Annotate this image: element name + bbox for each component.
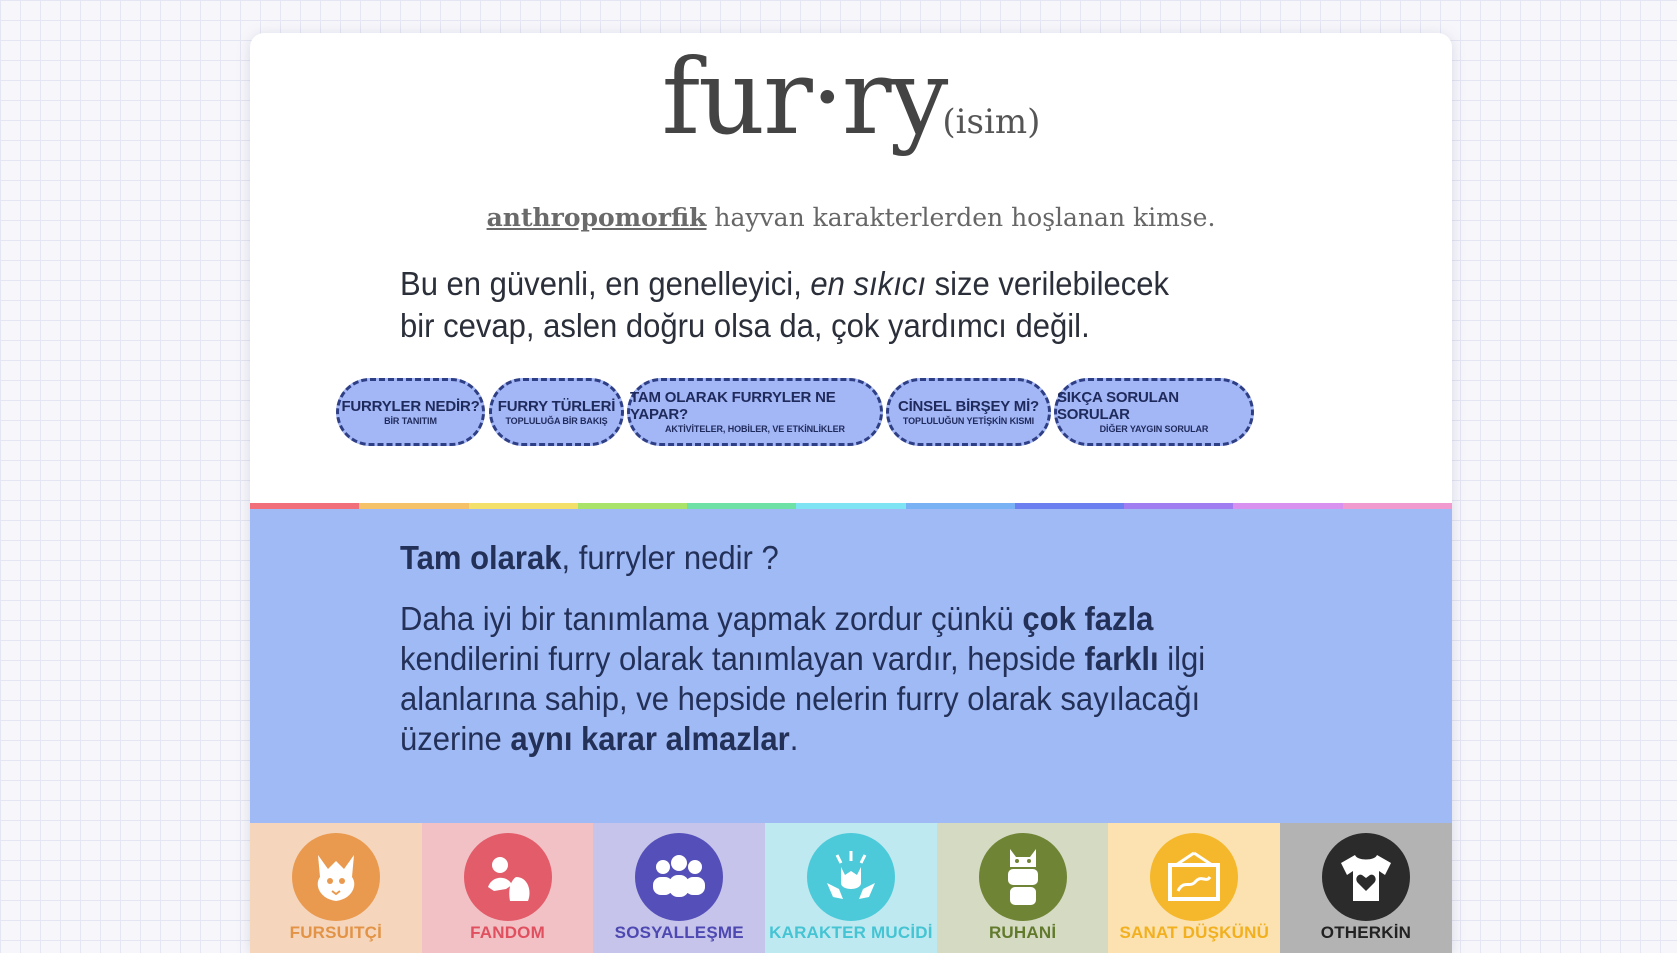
- definition-text: hayvan karakterlerden hoşlanan kimse.: [714, 203, 1216, 232]
- anthropomorphic-link[interactable]: anthropomorfik: [487, 203, 707, 232]
- nav-subtitle: BİR TANITIM: [384, 415, 437, 426]
- tile-label: OTHERKİN: [1320, 923, 1412, 942]
- word-part-of-speech: (isim): [942, 102, 1041, 142]
- lead-emphasis: en sıkıcı: [810, 265, 926, 302]
- fursuit-head-icon: [291, 833, 380, 921]
- word-text: fur·ry: [661, 36, 949, 158]
- tile-otherkin[interactable]: OTHERKİN: [1280, 823, 1452, 953]
- nav-subtitle: TOPLULUĞA BİR BAKIŞ: [505, 415, 608, 426]
- tile-label: KARAKTER MUCİDİ: [769, 923, 933, 942]
- heart-shirt-icon: [1321, 833, 1410, 921]
- nav-title: SIKÇA SORULAN SORULAR: [1057, 389, 1179, 423]
- nav-title: FURRYLER NEDİR?: [341, 397, 480, 415]
- tile-fursuiter[interactable]: FURSUITÇİ: [250, 823, 422, 953]
- nav-title: FURRY TÜRLERİ: [497, 397, 616, 415]
- dictionary-word: fur·ry(isim): [250, 45, 1452, 149]
- tile-art-lover[interactable]: SANAT DÜŞKÜNÜ: [1108, 823, 1281, 953]
- para-text: kendilerini furry olarak tanımlayan vard…: [400, 640, 1076, 677]
- group-people-icon: [635, 833, 724, 921]
- nav-title: TAM OLARAK FURRYLER NE YAPAR?: [630, 389, 836, 423]
- tile-label: FURSUITÇİ: [289, 923, 383, 942]
- furry-type-tiles: FURSUITÇİ FANDOM SOSYALLEŞME KARAKTER MU…: [250, 823, 1452, 953]
- para-text: .: [789, 720, 799, 757]
- lead-text-1: Bu en güvenli, en genelleyici,: [400, 265, 802, 302]
- nav-title: CİNSEL BİRŞEY Mİ?: [897, 397, 1040, 415]
- fandom-characters-icon: [463, 833, 552, 921]
- character-creator-icon: [806, 833, 895, 921]
- tile-character-creator[interactable]: KARAKTER MUCİDİ: [765, 823, 937, 953]
- tile-spiritual[interactable]: RUHANİ: [936, 823, 1109, 953]
- art-frame-icon: [1150, 833, 1239, 921]
- nav-is-it-sexual-button[interactable]: CİNSEL BİRŞEY Mİ? TOPLULUĞUN YETİŞKİN KI…: [886, 378, 1051, 446]
- heading-bold: Tam olarak: [400, 539, 562, 576]
- para-text: Daha iyi bir tanımlama yapmak zordur çün…: [400, 600, 1014, 637]
- nav-subtitle: AKTİVİTELER, HOBİLER, VE ETKİNLİKLER: [665, 424, 845, 434]
- tile-fandom[interactable]: FANDOM: [421, 823, 594, 953]
- definition: anthropomorfik hayvan karakterlerden hoş…: [250, 203, 1452, 232]
- header-section: fur·ry(isim) anthropomorfik hayvan karak…: [250, 33, 1452, 503]
- nav-faq-button[interactable]: SIKÇA SORULAN SORULAR DİĞER YAYGIN SORUL…: [1054, 378, 1254, 446]
- nav-furry-types-button[interactable]: FURRY TÜRLERİ TOPLULUĞA BİR BAKIŞ: [489, 378, 624, 446]
- heading-rest: , furryler nedir ?: [561, 539, 779, 576]
- tile-socializing[interactable]: SOSYALLEŞME: [593, 823, 766, 953]
- main-card: fur·ry(isim) anthropomorfik hayvan karak…: [250, 33, 1452, 953]
- para-bold: aynı karar almazlar: [510, 720, 790, 757]
- nav-what-are-furries-button[interactable]: FURRYLER NEDİR? BİR TANITIM: [336, 378, 485, 446]
- nav-what-do-furries-do-button[interactable]: TAM OLARAK FURRYLER NE YAPAR? AKTİVİTELE…: [627, 378, 883, 446]
- para-bold: çok fazla: [1022, 600, 1154, 637]
- nav-subtitle: DİĞER YAYGIN SORULAR: [1099, 424, 1209, 434]
- totem-icon: [978, 833, 1067, 921]
- lead-paragraph: Bu en güvenli, en genelleyici, en sıkıcı…: [400, 263, 1208, 347]
- section-heading: Tam olarak, furryler nedir ?: [400, 539, 779, 577]
- para-bold: farklı: [1084, 640, 1159, 677]
- tile-label: SANAT DÜŞKÜNÜ: [1119, 923, 1270, 942]
- tile-label: SOSYALLEŞME: [614, 923, 744, 942]
- what-are-furries-section: Tam olarak, furryler nedir ? Daha iyi bi…: [250, 509, 1452, 823]
- tile-label: RUHANİ: [988, 923, 1057, 942]
- section-paragraph: Daha iyi bir tanımlama yapmak zordur çün…: [400, 599, 1208, 759]
- nav-subtitle: TOPLULUĞUN YETİŞKİN KISMI: [902, 415, 1035, 426]
- tile-label: FANDOM: [470, 923, 545, 942]
